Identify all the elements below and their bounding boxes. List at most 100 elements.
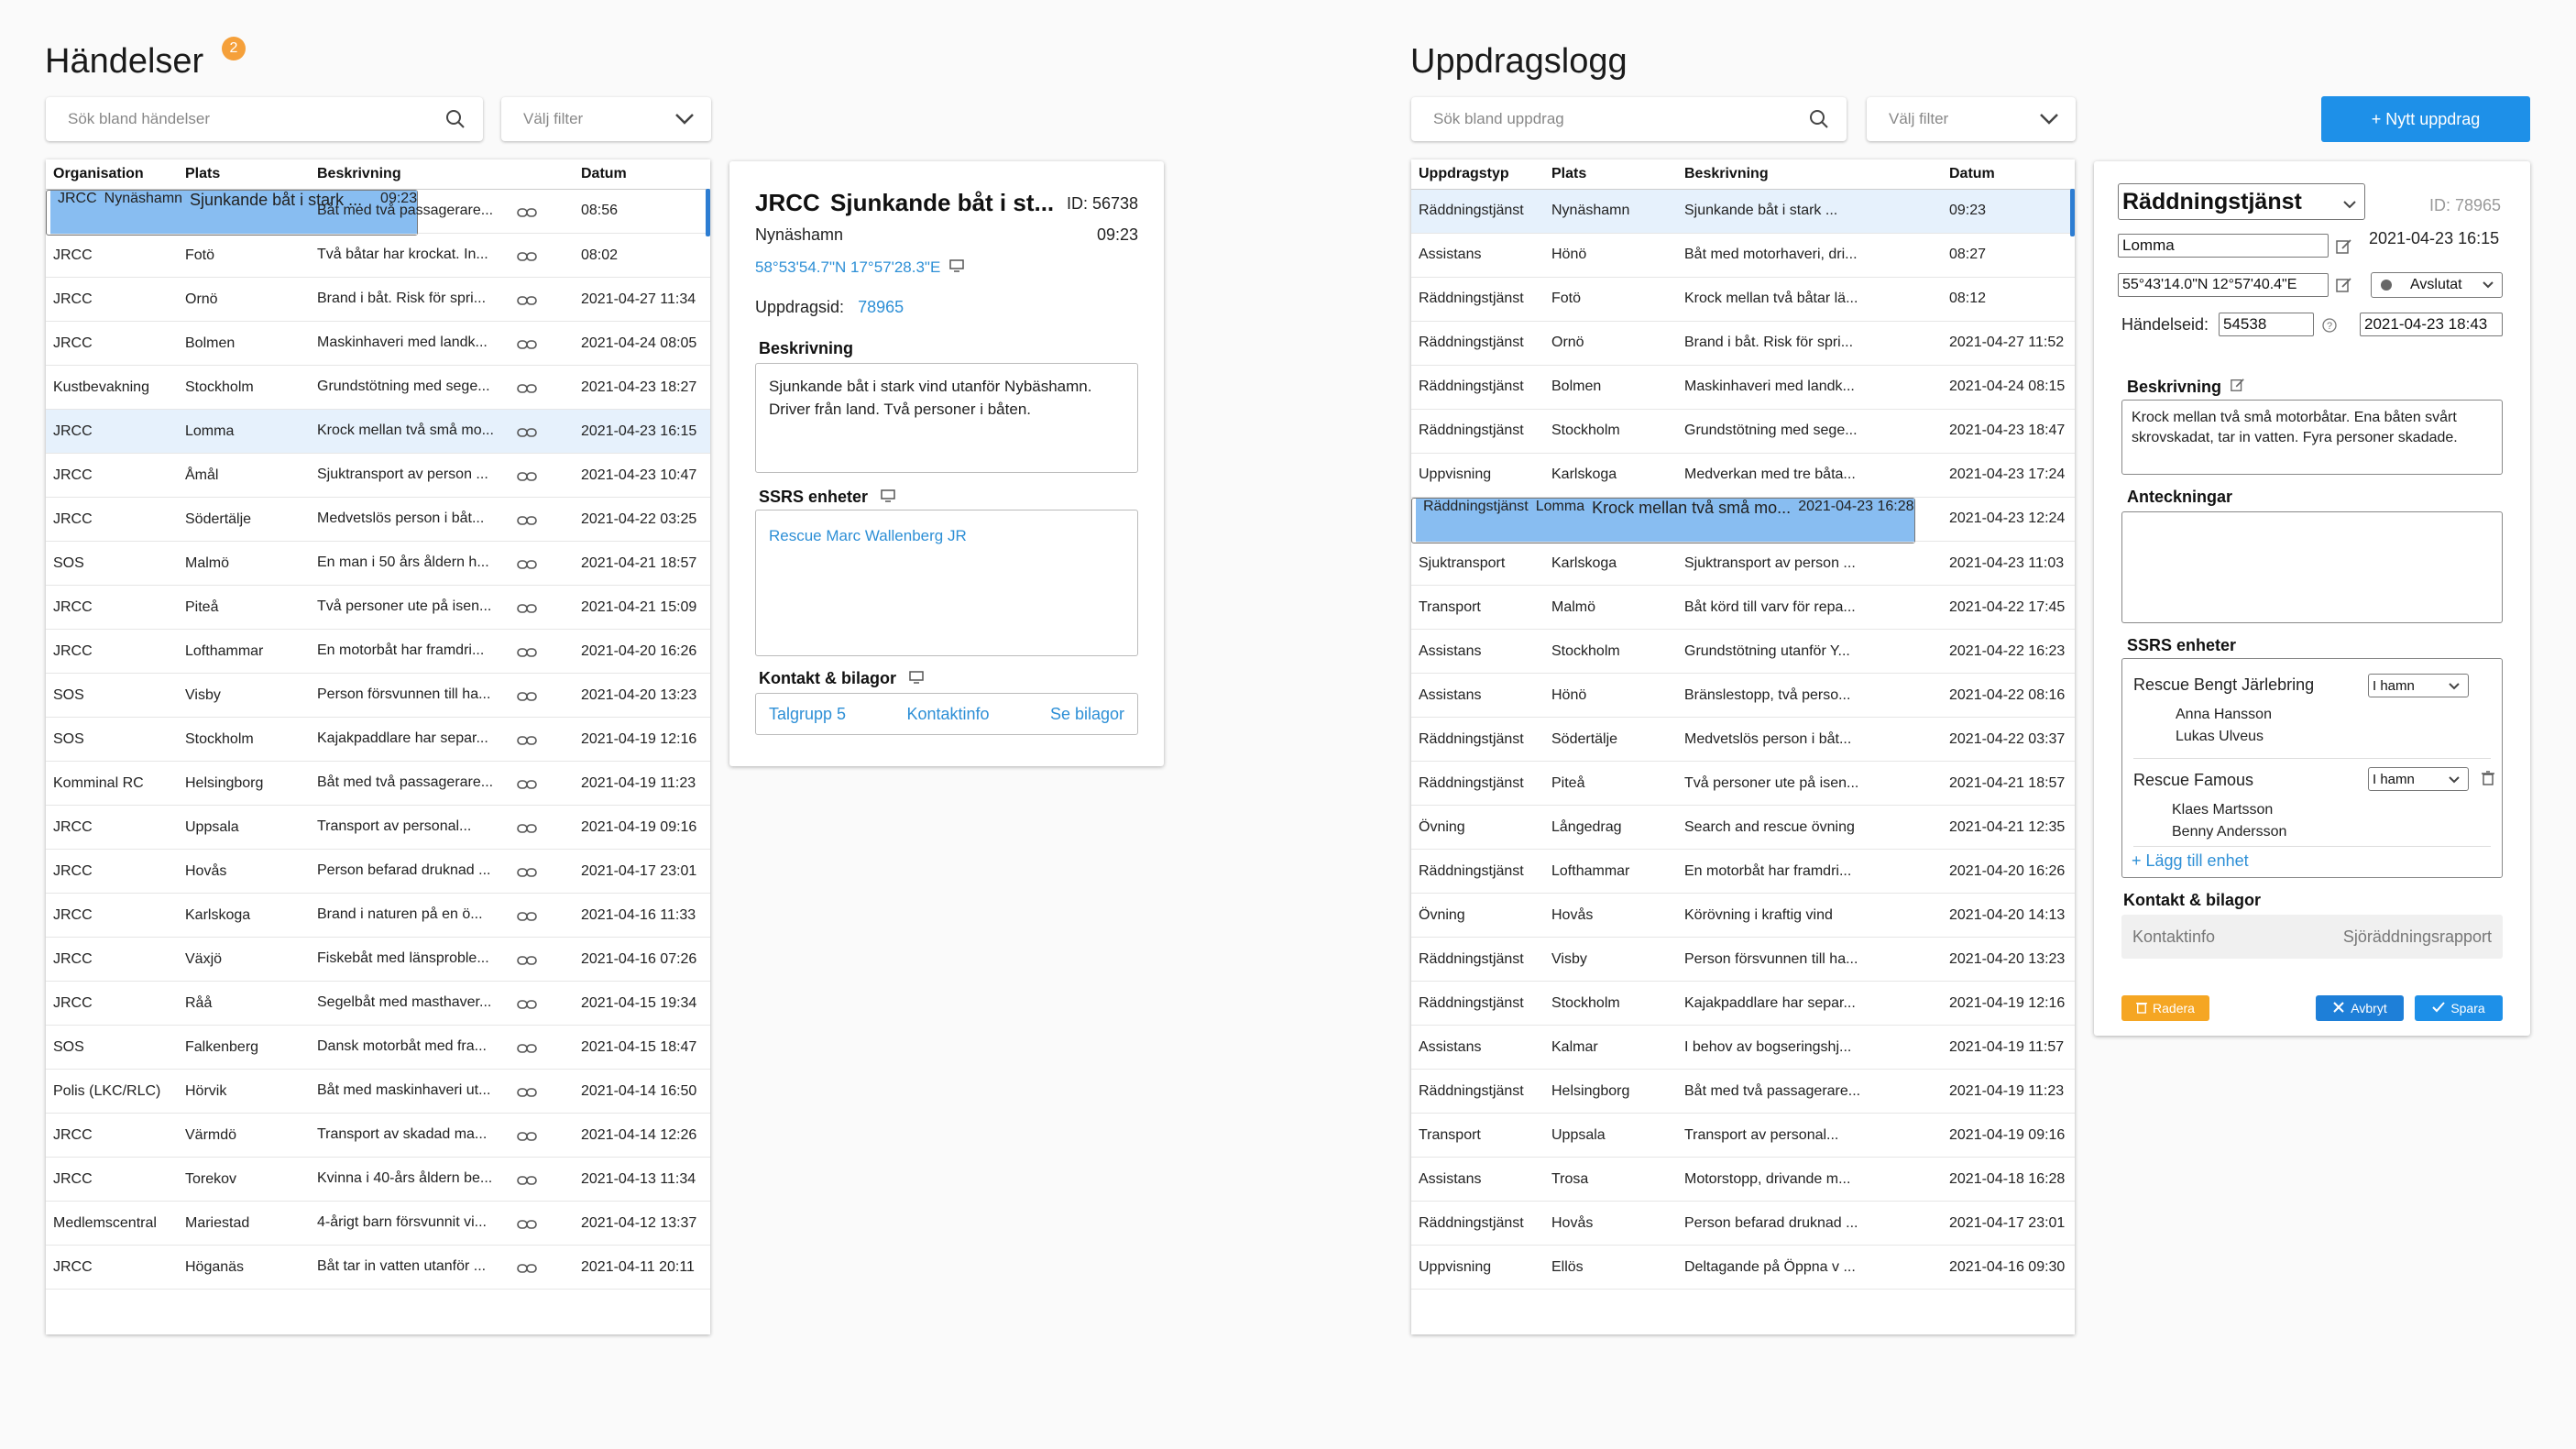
table-row[interactable]: JRCC Ornö Brand i båt. Risk för spri... 202… [46, 277, 710, 322]
table-row[interactable]: SOS Stockholm Kajakpaddlare har separ... 20… [46, 717, 710, 762]
cancel-button[interactable]: Avbryt [2316, 995, 2404, 1021]
table-row[interactable]: JRCC Torekov Kvinna i 40-års åldern be... 2… [46, 1157, 710, 1202]
kontaktinfo-link[interactable]: Kontaktinfo [2132, 928, 2215, 947]
filter-select-uppdrag[interactable]: Välj filter [1867, 97, 2076, 141]
table-row[interactable]: SOS Falkenberg Dansk motorbåt med fra... 20… [46, 1025, 710, 1070]
sjoraddningsrapport-link[interactable]: Sjöräddningsrapport [2343, 928, 2492, 947]
table-row[interactable]: Räddningstjänst Fotö Krock mellan två båta… [1411, 277, 2075, 322]
link-icon[interactable] [517, 206, 537, 223]
table-row[interactable]: Räddningstjänst Piteå Två personer ute på … [1411, 761, 2075, 806]
table-row[interactable]: Övning Hovås Körövning i kraftig vind 2021-… [1411, 893, 2075, 938]
table-row[interactable]: Uppvisning Ellös Deltagande på Öppna v ...… [1411, 1245, 2075, 1290]
se-bilagor-link[interactable]: Se bilagor [1050, 705, 1124, 724]
trash-icon[interactable] [2482, 771, 2494, 790]
table-row[interactable]: JRCC Åmål Sjuktransport av person ... 2021-… [46, 453, 710, 498]
link-icon[interactable] [517, 294, 537, 311]
table-row[interactable]: Räddningstjänst Stockholm Kajakpaddlare ha… [1411, 981, 2075, 1026]
link-icon[interactable] [517, 910, 537, 927]
link-icon[interactable] [517, 1042, 537, 1059]
table-row[interactable]: Assistans Stockholm Grundstötning utanför … [1411, 629, 2075, 674]
search-icon[interactable] [444, 97, 466, 141]
table-row[interactable]: SOS Visby Person försvunnen till ha... 2021… [46, 673, 710, 718]
new-uppdrag-button[interactable]: + Nytt uppdrag [2321, 96, 2530, 142]
kontaktinfo-link[interactable]: Kontaktinfo [906, 705, 989, 724]
table-row[interactable]: JRCC Bolmen Maskinhaveri med landk... 2021-… [46, 321, 710, 366]
handelse-id-input[interactable]: 54538 [2219, 313, 2314, 336]
table-row[interactable]: JRCC Södertälje Medvetslös person i båt...… [46, 497, 710, 542]
filter-select-handelser[interactable]: Välj filter [501, 97, 711, 141]
notification-badge[interactable]: 2 [222, 37, 246, 60]
table-row[interactable]: JRCC Hovås Person befarad druknad ... 2021-… [46, 849, 710, 894]
search-icon[interactable] [1808, 97, 1830, 141]
table-row[interactable]: JRCC Växjö Fiskebåt med länsproble... 2021-… [46, 937, 710, 982]
table-row[interactable]: JRCC Uppsala Transport av personal... 2021-… [46, 805, 710, 850]
save-button[interactable]: Spara [2415, 995, 2503, 1021]
link-icon[interactable] [517, 1086, 537, 1103]
detail-coords-link[interactable]: 58°53'54.7"N 17°57'28.3"E [755, 258, 965, 277]
type-select[interactable]: Räddningstjänst [2118, 183, 2365, 220]
table-row[interactable]: Assistans Kalmar I behov av bogseringshj..… [1411, 1025, 2075, 1070]
table-row[interactable]: Uppvisning Karlskoga Medverkan med tre båt… [1411, 453, 2075, 498]
table-row[interactable]: JRCC Lofthammar En motorbåt har framdri...… [46, 629, 710, 674]
table-row[interactable]: Assistans Hönö Bränslestopp, två perso... 2… [1411, 673, 2075, 718]
table-row[interactable]: Transport Malmö Båt körd till varv för rep… [1411, 585, 2075, 630]
link-icon[interactable] [517, 1174, 537, 1191]
add-unit-link[interactable]: + Lägg till enhet [2132, 851, 2249, 871]
table-row[interactable]: Räddningstjänst Ornö Brand i båt. Risk för… [1411, 321, 2075, 366]
column-header[interactable]: Plats [178, 159, 310, 190]
table-row[interactable]: Räddningstjänst Visby Person försvunnen ti… [1411, 937, 2075, 982]
column-header[interactable]: Organisation [46, 159, 178, 190]
table-row[interactable]: Polis (LKC/RLC) Hörvik Båt med maskinhaver… [46, 1069, 710, 1114]
scrollbar[interactable] [706, 189, 710, 236]
map-icon[interactable] [949, 258, 965, 277]
column-header[interactable]: Plats [1544, 159, 1677, 190]
table-row[interactable]: Räddningstjänst Hovås Person befarad drukn… [1411, 1201, 2075, 1246]
link-icon[interactable] [517, 866, 537, 883]
link-icon[interactable] [517, 558, 537, 575]
unit-status-select[interactable]: I hamn [2368, 674, 2469, 697]
link-icon[interactable] [517, 998, 537, 1015]
link-icon[interactable] [517, 954, 537, 971]
table-row[interactable]: JRCC Fotö Två båtar har krockat. In... 08:0… [46, 233, 710, 278]
link-icon[interactable] [517, 734, 537, 751]
table-row[interactable]: JRCC Piteå Två personer ute på isen... 2021… [46, 585, 710, 630]
link-icon[interactable] [517, 470, 537, 487]
column-header[interactable]: Beskrivning [310, 159, 574, 190]
form-desc-box[interactable]: Krock mellan två små motorbåtar. Ena båt… [2121, 400, 2503, 475]
table-row[interactable]: Transport Uppsala Transport av personal...… [1411, 1113, 2075, 1158]
link-icon[interactable] [517, 382, 537, 399]
link-icon[interactable] [517, 646, 537, 663]
table-row[interactable]: Övning Långedrag Search and rescue övning 2… [1411, 805, 2075, 850]
column-header[interactable]: Uppdragstyp [1411, 159, 1544, 190]
table-row[interactable]: Kustbevakning Stockholm Grundstötning med … [46, 365, 710, 410]
table-row[interactable]: Komminal RC Helsingborg Båt med två passag… [46, 761, 710, 806]
search-input-handelser[interactable]: Sök bland händelser [46, 97, 483, 141]
delete-button[interactable]: Radera [2121, 995, 2209, 1021]
table-row[interactable]: Räddningstjänst Helsingborg Båt med två pa… [1411, 1069, 2075, 1114]
edit-icon[interactable] [2336, 277, 2352, 298]
link-icon[interactable] [517, 690, 537, 707]
table-row[interactable]: Assistans Hönö Båt med motorhaveri, dri...… [1411, 233, 2075, 278]
scrollbar[interactable] [2070, 189, 2075, 236]
talgrupp-link[interactable]: Talgrupp 5 [769, 705, 846, 724]
table-row[interactable]: Räddningstjänst Bolmen Maskinhaveri med la… [1411, 365, 2075, 410]
table-row[interactable]: JRCC Värmdö Transport av skadad ma... 2021-… [46, 1113, 710, 1158]
table-row[interactable]: JRCC Karlskoga Brand i naturen på en ö... 2… [46, 893, 710, 938]
ssrs-unit-link[interactable]: Rescue Marc Wallenberg JR [769, 527, 967, 544]
link-icon[interactable] [517, 1218, 537, 1235]
table-row[interactable]: JRCC Höganäs Båt tar in vatten utanför ...… [46, 1245, 710, 1290]
column-header[interactable]: Beskrivning [1677, 159, 1942, 190]
unit-status-select[interactable]: I hamn [2368, 767, 2469, 791]
search-input-uppdrag[interactable]: Sök bland uppdrag [1411, 97, 1847, 141]
edit-icon[interactable] [2336, 238, 2352, 259]
link-icon[interactable] [517, 250, 537, 267]
table-row[interactable]: Medlemscentral Mariestad 4-årigt barn förs… [46, 1201, 710, 1246]
place-input[interactable]: Lomma [2118, 234, 2329, 258]
coords-input[interactable]: 55°43'14.0"N 12°57'40.4"E [2118, 273, 2329, 297]
link-icon[interactable] [517, 1262, 537, 1279]
link-icon[interactable] [517, 338, 537, 355]
table-row[interactable]: Räddningstjänst Lofthammar En motorbåt har… [1411, 849, 2075, 894]
link-icon[interactable] [517, 822, 537, 839]
help-icon[interactable]: ? [2321, 317, 2338, 338]
link-icon[interactable] [517, 514, 537, 531]
